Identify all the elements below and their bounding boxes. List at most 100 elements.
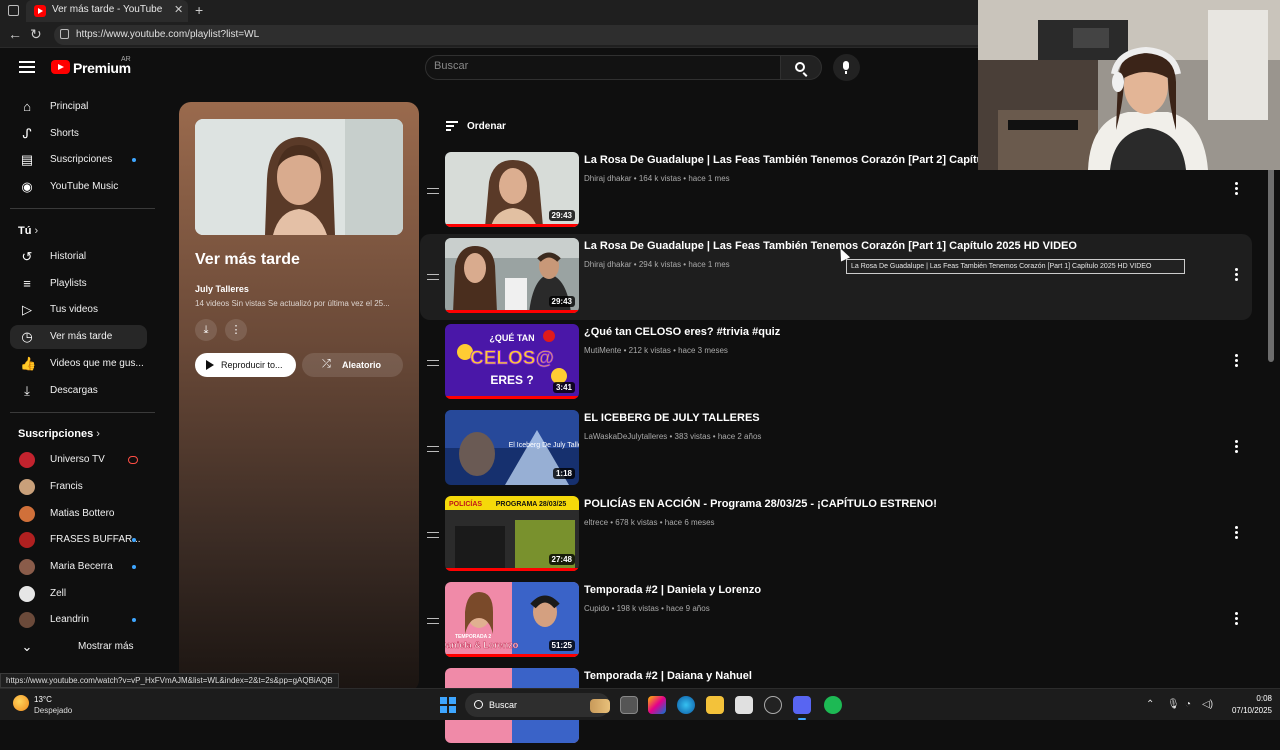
sort-label: Ordenar — [467, 121, 506, 132]
task-view-icon[interactable] — [620, 696, 638, 714]
sidebar-item-descargas[interactable]: ⤓ Descargas — [10, 379, 147, 403]
sidebar-item-matias-bottero[interactable]: Matias Bottero — [10, 502, 147, 526]
video-thumbnail[interactable]: El Iceberg De July Talleres 1:18 — [445, 410, 579, 485]
channel-name[interactable]: MutiMente — [584, 346, 621, 355]
github-icon[interactable] — [764, 696, 782, 714]
sidebar-item-frases-buffar[interactable]: FRASES BUFFAR... — [10, 528, 147, 552]
playlist-video-row[interactable]: TEMPORADA 2 Daniela & Lorenzo 51:25 Tempora… — [420, 582, 1252, 664]
sidebar-item-leandrin[interactable]: Leandrin — [10, 608, 147, 632]
channel-name[interactable]: LaWaskaDeJulytalleres — [584, 432, 667, 441]
voice-search-button[interactable] — [833, 54, 860, 81]
more-actions-icon[interactable] — [1235, 526, 1239, 540]
drag-handle-icon[interactable] — [427, 618, 439, 624]
more-actions-icon[interactable] — [1235, 182, 1239, 196]
video-thumbnail[interactable]: ¿QUÉ TAN CELOS@ ERES ? 3:41 — [445, 324, 579, 399]
tab-actions-icon[interactable] — [8, 5, 19, 16]
sidebar-item-youtube-music[interactable]: ◉ YouTube Music — [10, 175, 147, 199]
shuffle-button[interactable]: ⤮ Aleatorio — [302, 353, 403, 377]
edge-icon[interactable] — [677, 696, 695, 714]
search-input[interactable] — [434, 60, 764, 72]
reload-icon[interactable]: ↻ — [30, 26, 42, 43]
widgets-icon[interactable] — [590, 699, 610, 713]
sidebar-item-principal[interactable]: ⌂ Principal — [10, 95, 147, 119]
video-title[interactable]: EL ICEBERG DE JULY TALLERES — [584, 412, 760, 424]
video-title[interactable]: Temporada #2 | Daniela y Lorenzo — [584, 584, 761, 596]
shorts-icon: ᔑ — [22, 126, 32, 141]
playlist-video-row[interactable]: ¿QUÉ TAN CELOS@ ERES ? 3:41 ¿Qué tan CELOSO … — [420, 324, 1252, 406]
video-thumbnail[interactable]: POLICÍAS PROGRAMA 28/03/25 27:48 — [445, 496, 579, 571]
tray-chevron-up-icon[interactable]: ⌃ — [1146, 699, 1154, 710]
thumb-iceberg-text: El Iceberg De July Talleres — [509, 442, 579, 449]
wifi-icon[interactable]: ◔ — [1185, 699, 1191, 710]
video-thumbnail[interactable]: 29:43 — [445, 238, 579, 313]
volume-icon[interactable]: ◁) — [1202, 699, 1213, 710]
playlist-owner[interactable]: July Talleres — [195, 284, 249, 294]
view-stats: 164 k vistas • hace 1 mes — [638, 174, 730, 183]
sidebar-item-suscripciones[interactable]: ▤ Suscripciones — [10, 148, 147, 172]
start-windows-icon[interactable] — [440, 697, 456, 713]
drag-handle-icon[interactable] — [427, 274, 439, 280]
weather-sun-icon[interactable] — [13, 695, 29, 711]
video-title[interactable]: ¿Qué tan CELOSO eres? #trivia #quiz — [584, 326, 780, 338]
site-info-icon[interactable] — [60, 29, 69, 39]
channel-name[interactable]: Dhiraj dhakar — [584, 174, 632, 183]
discord-icon[interactable] — [793, 696, 811, 720]
playlist-more-button[interactable]: ⋮ — [225, 319, 247, 341]
drag-handle-icon[interactable] — [427, 360, 439, 366]
play-all-button[interactable]: Reproducir to... — [195, 353, 296, 377]
you-section-heading[interactable]: Tú › — [18, 225, 38, 237]
close-tab-icon[interactable]: ✕ — [174, 3, 183, 16]
sidebar-item-francis[interactable]: Francis — [10, 475, 147, 499]
back-arrow-icon[interactable]: ← — [8, 26, 22, 42]
channel-name[interactable]: Cupido — [584, 604, 609, 613]
download-playlist-button[interactable]: ⤓ — [195, 319, 217, 341]
sidebar-item-videos-que-me-gus[interactable]: 👍 Videos que me gus... — [10, 352, 147, 376]
more-actions-icon[interactable] — [1235, 268, 1239, 282]
drag-handle-icon[interactable] — [427, 188, 439, 194]
subscriptions-section-heading[interactable]: Suscripciones › — [18, 428, 100, 440]
more-actions-icon[interactable] — [1235, 612, 1239, 626]
sidebar-item-zell[interactable]: Zell — [10, 582, 147, 606]
more-actions-icon[interactable] — [1235, 440, 1239, 454]
sidebar-item-maria-becerra[interactable]: Maria Becerra — [10, 555, 147, 579]
search-button[interactable] — [780, 55, 822, 80]
more-actions-icon[interactable] — [1235, 354, 1239, 368]
spotify-icon[interactable] — [824, 696, 842, 714]
sidebar-item-universo-tv[interactable]: Universo TV — [10, 448, 147, 472]
channel-name[interactable]: Dhiraj dhakar — [584, 260, 632, 269]
new-tab-icon[interactable]: + — [195, 2, 203, 18]
video-thumbnail[interactable]: TEMPORADA 2 Daniela & Lorenzo 51:25 — [445, 582, 579, 657]
sidebar-item-ver-mas-tarde[interactable]: ◷ Ver más tarde — [10, 325, 147, 349]
video-title[interactable]: La Rosa De Guadalupe | Las Feas También … — [584, 240, 1077, 252]
sidebar-item-playlists[interactable]: ≡ Playlists — [10, 272, 147, 296]
playlist-video-row[interactable]: 29:43 La Rosa De Guadalupe | Las Feas Tam… — [420, 234, 1252, 320]
microsoft-store-icon[interactable] — [735, 696, 753, 714]
playlist-video-row[interactable]: POLICÍAS PROGRAMA 28/03/25 27:48 POLICÍAS E… — [420, 496, 1252, 578]
sidebar-item-label: Videos que me gus... — [50, 358, 144, 369]
sidebar-item-tus-videos[interactable]: ▷ Tus videos — [10, 298, 147, 322]
sidebar-item-shorts[interactable]: ᔑ Shorts — [10, 122, 147, 146]
drag-handle-icon[interactable] — [427, 446, 439, 452]
browser-tab[interactable]: Ver más tarde - YouTube ✕ — [26, 0, 188, 22]
microphone-icon[interactable]: 🎙 — [1167, 699, 1180, 710]
show-more-button[interactable]: ⌄ Mostrar más — [10, 635, 147, 659]
taskbar-search[interactable]: Buscar — [465, 693, 610, 717]
youtube-favicon-icon — [34, 5, 46, 17]
channel-name[interactable]: eltrece — [584, 518, 608, 527]
thumb-quiz-line3: ERES ? — [490, 373, 533, 387]
copilot-icon[interactable] — [648, 696, 666, 714]
video-title[interactable]: POLICÍAS EN ACCIÓN - Programa 28/03/25 -… — [584, 498, 937, 510]
sort-icon — [446, 121, 458, 131]
channel-avatar — [19, 479, 35, 495]
drag-handle-icon[interactable] — [427, 532, 439, 538]
search-box[interactable] — [425, 55, 781, 80]
playlist-video-row[interactable]: El Iceberg De July Talleres 1:18 EL ICEBER… — [420, 410, 1252, 492]
video-title[interactable]: Temporada #2 | Daiana y Nahuel — [584, 670, 752, 682]
playlist-thumbnail[interactable] — [195, 119, 403, 235]
sidebar-item-historial[interactable]: ↺ Historial — [10, 245, 147, 269]
video-thumbnail[interactable]: 29:43 — [445, 152, 579, 227]
meta-separator: • — [667, 432, 675, 441]
menu-hamburger-icon[interactable] — [19, 61, 35, 73]
clock[interactable]: 0:08 07/10/2025 — [1222, 693, 1272, 717]
file-explorer-icon[interactable] — [706, 696, 724, 714]
